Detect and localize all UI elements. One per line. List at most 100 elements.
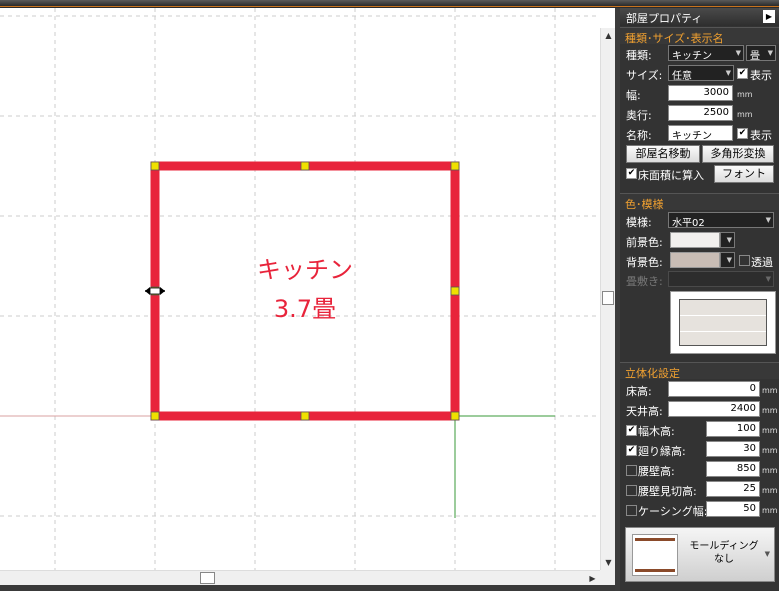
transparent-label: 透過 (751, 256, 773, 269)
floor-height-label: 床高: (626, 385, 652, 398)
transparent-checkbox[interactable] (739, 255, 750, 266)
floor-plan-canvas[interactable]: キッチン 3.7畳 (0, 8, 600, 570)
room-properties-panel: 部屋プロパティ ▶ 種類･サイズ･表示名 種類: キッチン ▼ 畳 ▼ サイズ: 任… (620, 8, 779, 591)
molding-thumb-bottom (635, 569, 675, 572)
canvas-drawing[interactable]: キッチン 3.7畳 (0, 8, 600, 570)
resize-handle[interactable] (450, 286, 460, 296)
unit-select[interactable]: 畳 ▼ (746, 45, 776, 61)
chevron-down-icon: ▼ (764, 550, 770, 558)
scroll-down-arrow-icon[interactable]: ▼ (601, 555, 616, 570)
wainscot-label: 腰壁高: (638, 465, 675, 478)
floor-height-unit: mm (762, 386, 778, 395)
wainscot-trim-checkbox[interactable] (626, 485, 637, 496)
room-type-value: キッチン (672, 51, 712, 61)
baseboard-checkbox[interactable]: ✔ (626, 425, 637, 436)
selection-handles[interactable] (150, 161, 460, 421)
scroll-corner (600, 570, 615, 585)
resize-handle[interactable] (150, 161, 160, 171)
resize-cursor-icon (145, 287, 165, 295)
wainscot-trim-label: 腰壁見切高: (638, 485, 697, 498)
chevron-down-icon: ▼ (735, 49, 741, 57)
ceiling-input[interactable]: 2400 (668, 401, 760, 417)
molding-thumbnail (632, 534, 678, 576)
chevron-down-icon: ▼ (725, 69, 731, 77)
room-outline[interactable] (150, 161, 460, 421)
show-name-checkbox[interactable]: ✔ (737, 128, 748, 139)
unit-value: 畳 (750, 51, 760, 61)
floor-height-input[interactable]: 0 (668, 381, 760, 397)
resize-handle[interactable] (150, 411, 160, 421)
show-size-label: 表示 (750, 69, 772, 82)
room-name-label[interactable]: キッチン (257, 256, 353, 284)
depth-input[interactable]: 2500 (668, 105, 733, 121)
fg-color-dropdown[interactable]: ▼ (720, 232, 735, 248)
wainscot-trim-input[interactable]: 25 (706, 481, 760, 497)
casing-input[interactable]: 50 (706, 501, 760, 517)
horizontal-scroll-thumb[interactable] (200, 572, 215, 584)
bg-color-label: 背景色: (626, 256, 663, 269)
chevron-down-icon: ▼ (765, 275, 771, 283)
width-label: 幅: (626, 89, 641, 102)
room-type-select[interactable]: キッチン ▼ (668, 45, 744, 61)
panel-title: 部屋プロパティ ▶ (620, 8, 779, 26)
width-unit: mm (737, 90, 753, 99)
floor-area-label: 床面積に算入 (638, 169, 704, 182)
pattern-preview-swatch (679, 299, 767, 346)
molding-checkbox[interactable]: ✔ (626, 445, 637, 456)
resize-handle[interactable] (450, 161, 460, 171)
pattern-value: 水平02 (672, 218, 705, 228)
wainscot-input[interactable]: 850 (706, 461, 760, 477)
name-input[interactable]: キッチン (668, 125, 733, 141)
move-room-name-button[interactable]: 部屋名移動 (626, 145, 700, 163)
show-size-checkbox[interactable]: ✔ (737, 68, 748, 79)
resize-handle[interactable] (300, 161, 310, 171)
panel-title-text: 部屋プロパティ (626, 12, 703, 25)
pattern-label: 模様: (626, 216, 652, 229)
polygon-convert-button[interactable]: 多角形変換 (702, 145, 774, 163)
fg-color-label: 前景色: (626, 236, 663, 249)
chevron-down-icon: ▼ (726, 236, 732, 244)
tatami-select: ▼ (668, 271, 774, 287)
molding-select-button[interactable]: モールディング なし ▼ (625, 527, 775, 582)
bg-color-dropdown[interactable]: ▼ (720, 252, 735, 268)
casing-unit: mm (762, 506, 778, 515)
grid-lines (0, 8, 600, 570)
baseboard-label: 幅木高: (638, 425, 675, 438)
wainscot-checkbox[interactable] (626, 465, 637, 476)
resize-handle[interactable] (300, 411, 310, 421)
bg-color-swatch[interactable] (670, 252, 720, 268)
collapse-panel-icon[interactable]: ▶ (763, 10, 775, 23)
scroll-up-arrow-icon[interactable]: ▲ (601, 28, 616, 43)
vertical-scrollbar[interactable]: ▲ ▼ (600, 28, 615, 570)
pattern-select[interactable]: 水平02 ▼ (668, 212, 774, 228)
top-bar (0, 0, 779, 7)
font-button[interactable]: フォント (714, 165, 774, 183)
type-label: 種類: (626, 49, 652, 62)
vscroll-top-space (600, 8, 615, 28)
casing-checkbox[interactable] (626, 505, 637, 516)
scroll-right-arrow-icon[interactable]: ▶ (585, 571, 600, 586)
molding-input[interactable]: 30 (706, 441, 760, 457)
section-type-size: 種類･サイズ･表示名 (620, 27, 779, 45)
size-select[interactable]: 任意 ▼ (668, 65, 734, 81)
horizontal-scrollbar[interactable]: ▶ (0, 570, 600, 585)
size-value: 任意 (672, 71, 692, 81)
resize-handle[interactable] (450, 411, 460, 421)
room-area-label[interactable]: 3.7畳 (274, 295, 336, 323)
width-input[interactable]: 3000 (668, 85, 733, 101)
pattern-line (680, 331, 766, 332)
chevron-down-icon: ▼ (767, 49, 773, 57)
floor-area-checkbox[interactable]: ✔ (626, 168, 637, 179)
pattern-preview (670, 291, 776, 354)
baseboard-input[interactable]: 100 (706, 421, 760, 437)
fg-color-swatch[interactable] (670, 232, 720, 248)
chevron-down-icon: ▼ (765, 216, 771, 224)
vertical-scroll-thumb[interactable] (602, 291, 614, 305)
casing-label: ケーシング幅: (638, 505, 708, 518)
name-label: 名称: (626, 129, 652, 142)
tatami-label: 畳敷き: (626, 275, 663, 288)
molding-unit: mm (762, 446, 778, 455)
baseboard-unit: mm (762, 426, 778, 435)
bottom-bar (0, 585, 620, 591)
section-color: 色･模様 (620, 193, 779, 211)
